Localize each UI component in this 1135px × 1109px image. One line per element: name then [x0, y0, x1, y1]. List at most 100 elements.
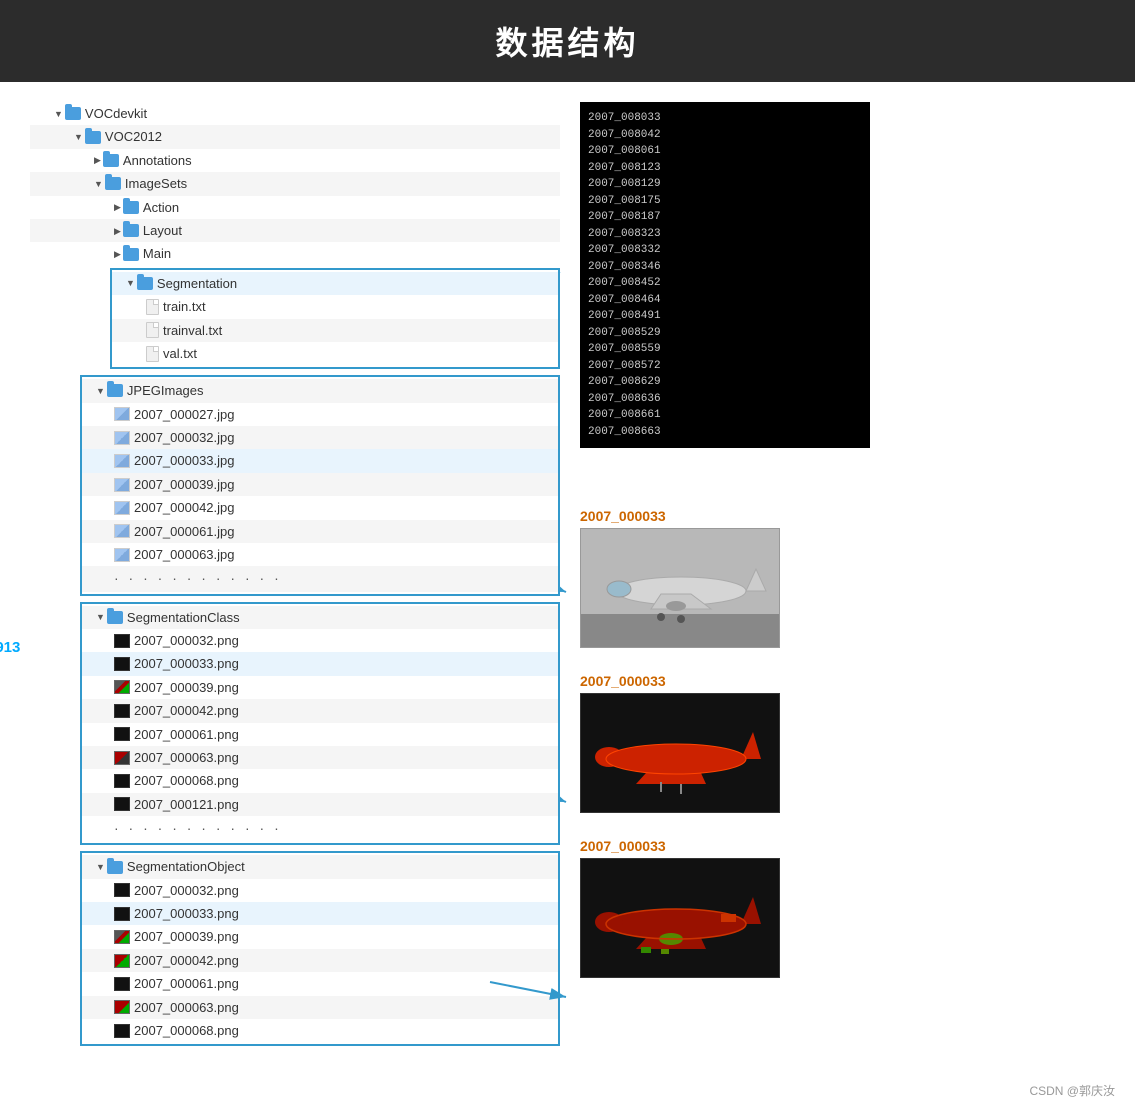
text-list-item: 2007_008061 [588, 143, 862, 160]
png-file-icon [114, 1024, 130, 1038]
main-label: Main [143, 242, 171, 265]
text-list-item: 2007_008042 [588, 127, 862, 144]
img-file-icon [114, 407, 130, 421]
segobj-preview-section: 2007_000033 [580, 838, 1105, 978]
sc7-label: 2007_000068.png [134, 769, 239, 792]
segobj-preview [580, 858, 780, 978]
traintxt-label: train.txt [163, 295, 206, 318]
tree-row-jpegimages: ▼ JPEGImages [82, 379, 558, 402]
segclass-label: SegmentationClass [127, 606, 240, 629]
text-list-item: 2007_008636 [588, 391, 862, 408]
vocdevkit-label: VOCdevkit [85, 102, 147, 125]
segclass-box: ground truth：2913 ▼ SegmentationClass 20… [80, 602, 560, 846]
trainvaltxt-label: trainval.txt [163, 319, 222, 342]
file-icon [146, 299, 159, 315]
tree-row-voc2012: ▼ VOC2012 [30, 125, 560, 148]
segobj-svg [581, 859, 780, 978]
text-list-item: 2007_008529 [588, 325, 862, 342]
text-list-item: 2007_008187 [588, 209, 862, 226]
folder-icon [123, 224, 139, 237]
chevron-icon: ▼ [126, 275, 135, 291]
folder-icon [107, 611, 123, 624]
footer: CSDN @郭庆汝 [0, 1072, 1135, 1109]
img7-label: 2007_000063.jpg [134, 543, 235, 566]
img4-label: 2007_000039.jpg [134, 473, 235, 496]
so2-label: 2007_000033.png [134, 902, 239, 925]
file-icon [146, 346, 159, 362]
tree-row-img4: 2007_000039.jpg [82, 473, 558, 496]
imagesets-label: ImageSets [125, 172, 187, 195]
content-wrapper: ▼ VOCdevkit ▼ VOC2012 ▶ Annotations [0, 82, 1135, 1072]
png-file-icon [114, 634, 130, 648]
text-list-item: 2007_008033 [588, 110, 862, 127]
colored-png-icon [114, 930, 130, 944]
sc6-label: 2007_000063.png [134, 746, 239, 769]
segmentation-label: Segmentation [157, 272, 237, 295]
jpegimages-label: JPEGImages [127, 379, 204, 402]
dots-label2: · · · · · · · · · · · · [86, 816, 282, 841]
img3-label: 2007_000033.jpg [134, 449, 235, 472]
img-file-icon [114, 431, 130, 445]
segobj-box: ▼ SegmentationObject 2007_000032.png 200… [80, 851, 560, 1046]
tree-row-dots2: · · · · · · · · · · · · [82, 816, 558, 841]
tree-row-traintxt: train.txt [112, 295, 558, 318]
chevron-icon: ▼ [54, 106, 63, 122]
folder-icon [65, 107, 81, 120]
page-header: 数据结构 [0, 0, 1135, 82]
text-list-item: 2007_008572 [588, 358, 862, 375]
chevron-icon: ▶ [114, 223, 121, 239]
text-list-item: 2007_008129 [588, 176, 862, 193]
chevron-icon: ▼ [96, 383, 105, 399]
text-list-item: 2007_008559 [588, 341, 862, 358]
preview-column: 2007_0080332007_0080422007_0080612007_00… [580, 102, 1105, 1052]
text-list-item: 2007_008123 [588, 160, 862, 177]
png-file-icon [114, 907, 130, 921]
groundtruth-label: ground truth：2913 [0, 639, 20, 656]
img6-label: 2007_000061.jpg [134, 520, 235, 543]
img1-label: 2007_000027.jpg [134, 403, 235, 426]
img-file-icon [114, 524, 130, 538]
tree-row-dots1: · · · · · · · · · · · · [82, 566, 558, 591]
sc2-label: 2007_000033.png [134, 652, 239, 675]
chevron-icon: ▼ [96, 859, 105, 875]
tree-row-so6: 2007_000063.png [82, 996, 558, 1019]
chevron-icon: ▶ [94, 152, 101, 168]
annotations-label: Annotations [123, 149, 192, 172]
tree-row-sc5: 2007_000061.png [82, 723, 558, 746]
file-tree: ▼ VOCdevkit ▼ VOC2012 ▶ Annotations [30, 102, 560, 1046]
layout-label: Layout [143, 219, 182, 242]
jpeg-box: image：17125 ▼ JPEGImages 2007_000027.jpg [80, 375, 560, 595]
text-list-item: 2007_008323 [588, 226, 862, 243]
sc1-label: 2007_000032.png [134, 629, 239, 652]
text-list-item: 2007_008629 [588, 374, 862, 391]
png-file-icon [114, 797, 130, 811]
tree-row-sc4: 2007_000042.png [82, 699, 558, 722]
so4-label: 2007_000042.png [134, 949, 239, 972]
folder-icon [137, 277, 153, 290]
tree-row-img2: 2007_000032.jpg [82, 426, 558, 449]
segclass-preview-section: 2007_000033 [580, 673, 1105, 813]
folder-icon [123, 248, 139, 261]
png-file-icon [114, 657, 130, 671]
text-list-item: 2007_008175 [588, 193, 862, 210]
tree-row-sc8: 2007_000121.png [82, 793, 558, 816]
colored-png-icon [114, 680, 130, 694]
tree-row-vocdevkit: ▼ VOCdevkit [30, 102, 560, 125]
tree-row-so1: 2007_000032.png [82, 879, 558, 902]
img2-label: 2007_000032.jpg [134, 426, 235, 449]
tree-row-layout: ▶ Layout [30, 219, 560, 242]
colored-png-icon [114, 751, 130, 765]
tree-row-img1: 2007_000027.jpg [82, 403, 558, 426]
text-list-item: 2007_008661 [588, 407, 862, 424]
colored-png-icon [114, 1000, 130, 1014]
folder-icon [107, 384, 123, 397]
chevron-icon: ▼ [74, 129, 83, 145]
chevron-icon: ▶ [114, 199, 121, 215]
png-file-icon [114, 977, 130, 991]
tree-row-so4: 2007_000042.png [82, 949, 558, 972]
folder-icon [85, 131, 101, 144]
valtxt-label: val.txt [163, 342, 197, 365]
so5-label: 2007_000061.png [134, 972, 239, 995]
folder-icon [107, 861, 123, 874]
segclass-svg [581, 694, 780, 813]
